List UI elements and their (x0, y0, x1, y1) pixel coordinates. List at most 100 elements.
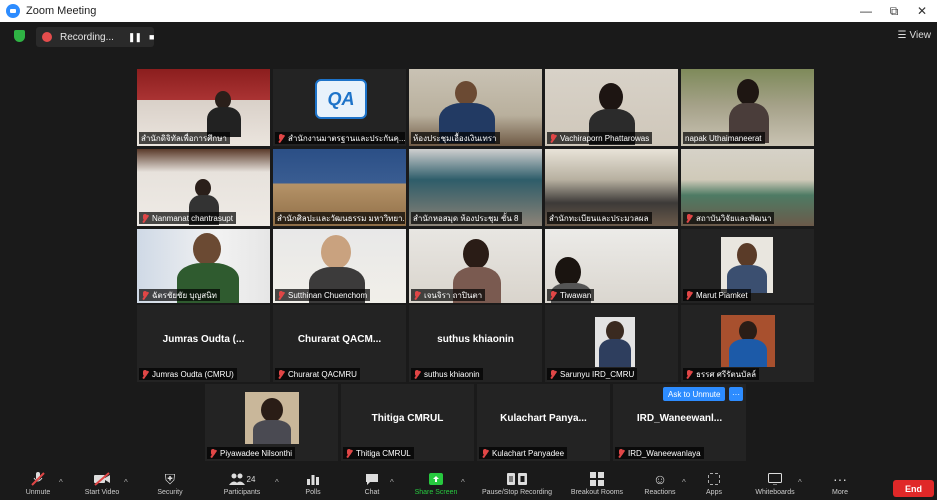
mic-muted-icon (413, 370, 421, 379)
mic-muted-icon (141, 214, 149, 223)
mic-muted-icon (277, 134, 285, 143)
smiley-icon: ☺ (652, 471, 668, 487)
video-tile[interactable]: ห้องประชุมเอื้องเงินเทรา (409, 69, 542, 146)
participant-display-name: Jumras Oudta (... (162, 334, 245, 346)
cloud-recording-icon (42, 32, 52, 42)
mic-muted-icon (277, 291, 285, 300)
participant-name: สำนักดิจิทัลเพื่อการศึกษา (139, 132, 230, 144)
participant-name: สำนักงานมาตรฐานและประกันคุ... (275, 132, 405, 144)
video-tile[interactable]: สำนักศิลปะและวัฒนธรรม มหาวิทยา... (273, 149, 406, 226)
polls-button[interactable]: Polls (300, 470, 326, 500)
participant-name: suthus khiaonin (411, 368, 483, 380)
video-tile[interactable]: Piyawadee Nilsonthi (205, 384, 338, 461)
participant-name: ธรรศ ศรีรัตนบัลล์ (683, 368, 759, 380)
mic-muted-icon (481, 449, 489, 458)
security-button[interactable]: ⛨ Security (150, 470, 190, 500)
video-tile[interactable]: Marut Piamket (681, 229, 814, 303)
video-tile[interactable]: Sarunyu IRD_CMRU (545, 305, 678, 382)
video-tile[interactable]: Churarat QACM... Churarat QACMRU (273, 305, 406, 382)
video-tile[interactable]: เจนจิรา ถาปินตา (409, 229, 542, 303)
participant-name: สำนักศิลปะและวัฒนธรรม มหาวิทยา... (275, 212, 405, 224)
apps-icon (708, 470, 720, 488)
video-tile[interactable]: ฉัตรชัยชัย บุญสนิท (137, 229, 270, 303)
participant-display-name: IRD_Waneewanl... (636, 413, 723, 425)
start-video-button[interactable]: Start Video (80, 470, 124, 500)
recording-label: Recording... (60, 31, 114, 43)
video-tile[interactable]: Thitiga CMRUL Thitiga CMRUL (341, 384, 474, 461)
unmute-button[interactable]: Unmute (20, 470, 56, 500)
minimize-button[interactable]: — (852, 0, 880, 22)
reactions-options-chevron-icon[interactable]: ^ (682, 478, 686, 487)
title-bar: Zoom Meeting (0, 0, 937, 22)
share-screen-button[interactable]: Share Screen (410, 470, 462, 500)
whiteboard-icon (768, 470, 782, 488)
participant-name: Thitiga CMRUL (343, 447, 414, 459)
video-tile[interactable]: Kulachart Panya... Kulachart Panyadee (477, 384, 610, 461)
video-tile[interactable]: Jumras Oudta (... Jumras Oudta (CMRU) (137, 305, 270, 382)
video-tile[interactable]: Sutthinan Chuenchom (273, 229, 406, 303)
participant-avatar-photo (245, 392, 299, 444)
apps-button[interactable]: Apps (700, 470, 728, 500)
video-tile[interactable]: QA สำนักงานมาตรฐานและประกันคุ... (273, 69, 406, 146)
participant-name: Sutthinan Chuenchom (275, 289, 371, 301)
share-screen-icon (429, 470, 443, 488)
participant-more-button[interactable]: ··· (729, 387, 743, 401)
chat-icon (365, 470, 379, 488)
view-button[interactable]: ☰ View (898, 30, 931, 41)
video-tile[interactable]: napak Uthaimaneerat (681, 69, 814, 146)
security-shield-icon[interactable] (14, 30, 25, 42)
mic-muted-icon (141, 370, 149, 379)
participants-options-chevron-icon[interactable]: ^ (275, 478, 279, 487)
video-tile[interactable]: suthus khiaonin suthus khiaonin (409, 305, 542, 382)
mic-muted-icon (30, 470, 46, 488)
whiteboards-options-chevron-icon[interactable]: ^ (798, 478, 802, 487)
participant-name: Sarunyu IRD_CMRU (547, 368, 638, 380)
participant-avatar-photo (721, 315, 775, 367)
video-tile[interactable]: ธรรศ ศรีรัตนบัลล์ (681, 305, 814, 382)
reactions-button[interactable]: ☺ Reactions (640, 470, 680, 500)
mic-muted-icon (345, 449, 353, 458)
video-tile[interactable]: สำนักหอสมุด ห้องประชุม ชั้น 8 (409, 149, 542, 226)
participant-name: ห้องประชุมเอื้องเงินเทรา (411, 132, 500, 144)
video-tile[interactable]: Nanmanat chantrasupt (137, 149, 270, 226)
video-tile[interactable]: Vachiraporn Phattarowas (545, 69, 678, 146)
video-tile[interactable]: สถาบันวิจัยและพัฒนา (681, 149, 814, 226)
breakout-rooms-icon (590, 470, 604, 488)
video-tile[interactable]: สำนักทะเบียนและประมวลผล (545, 149, 678, 226)
participant-avatar-photo (721, 237, 773, 293)
participant-name: สำนักทะเบียนและประมวลผล (547, 212, 652, 224)
participant-name: Piyawadee Nilsonthi (207, 447, 296, 459)
chat-button[interactable]: Chat (358, 470, 386, 500)
participant-name: สำนักหอสมุด ห้องประชุม ชั้น 8 (411, 212, 522, 224)
close-button[interactable]: ✕ (908, 0, 936, 22)
participant-name: Jumras Oudta (CMRU) (139, 368, 237, 380)
participant-display-name: Kulachart Panya... (500, 413, 587, 425)
pause-stop-recording-button[interactable]: Pause/Stop Recording (474, 470, 560, 500)
pause-stop-icon (507, 470, 527, 488)
recording-indicator: Recording... ❚❚ ■ (36, 27, 155, 47)
chat-options-chevron-icon[interactable]: ^ (390, 478, 394, 487)
video-off-icon (93, 470, 111, 488)
shield-icon: ⛨ (164, 470, 176, 487)
video-tile[interactable]: สำนักดิจิทัลเพื่อการศึกษา (137, 69, 270, 146)
restore-button[interactable]: ⧉ (880, 0, 908, 22)
participant-name: Vachiraporn Phattarowas (547, 132, 653, 144)
more-button[interactable]: ··· More (826, 470, 854, 500)
mic-muted-icon (685, 214, 693, 223)
share-options-chevron-icon[interactable]: ^ (461, 478, 465, 487)
participant-display-name: Churarat QACM... (297, 334, 382, 346)
video-tile[interactable]: Tiwawan (545, 229, 678, 303)
video-options-chevron-icon[interactable]: ^ (124, 478, 128, 487)
whiteboards-button[interactable]: Whiteboards (750, 470, 800, 500)
pause-recording-button[interactable]: ❚❚ (128, 32, 142, 43)
participants-button[interactable]: 24 Participants (219, 470, 265, 500)
participant-name: เจนจิรา ถาปินตา (411, 289, 486, 301)
breakout-rooms-button[interactable]: Breakout Rooms (566, 470, 628, 500)
participant-name: IRD_Waneewanlaya (615, 447, 704, 459)
end-meeting-button[interactable]: End (893, 480, 934, 497)
stop-recording-button[interactable]: ■ (149, 32, 155, 42)
audio-options-chevron-icon[interactable]: ^ (59, 478, 63, 487)
participant-name: Kulachart Panyadee (479, 447, 568, 459)
ask-to-unmute-button[interactable]: Ask to Unmute (663, 387, 726, 401)
participant-avatar-photo (595, 317, 635, 367)
